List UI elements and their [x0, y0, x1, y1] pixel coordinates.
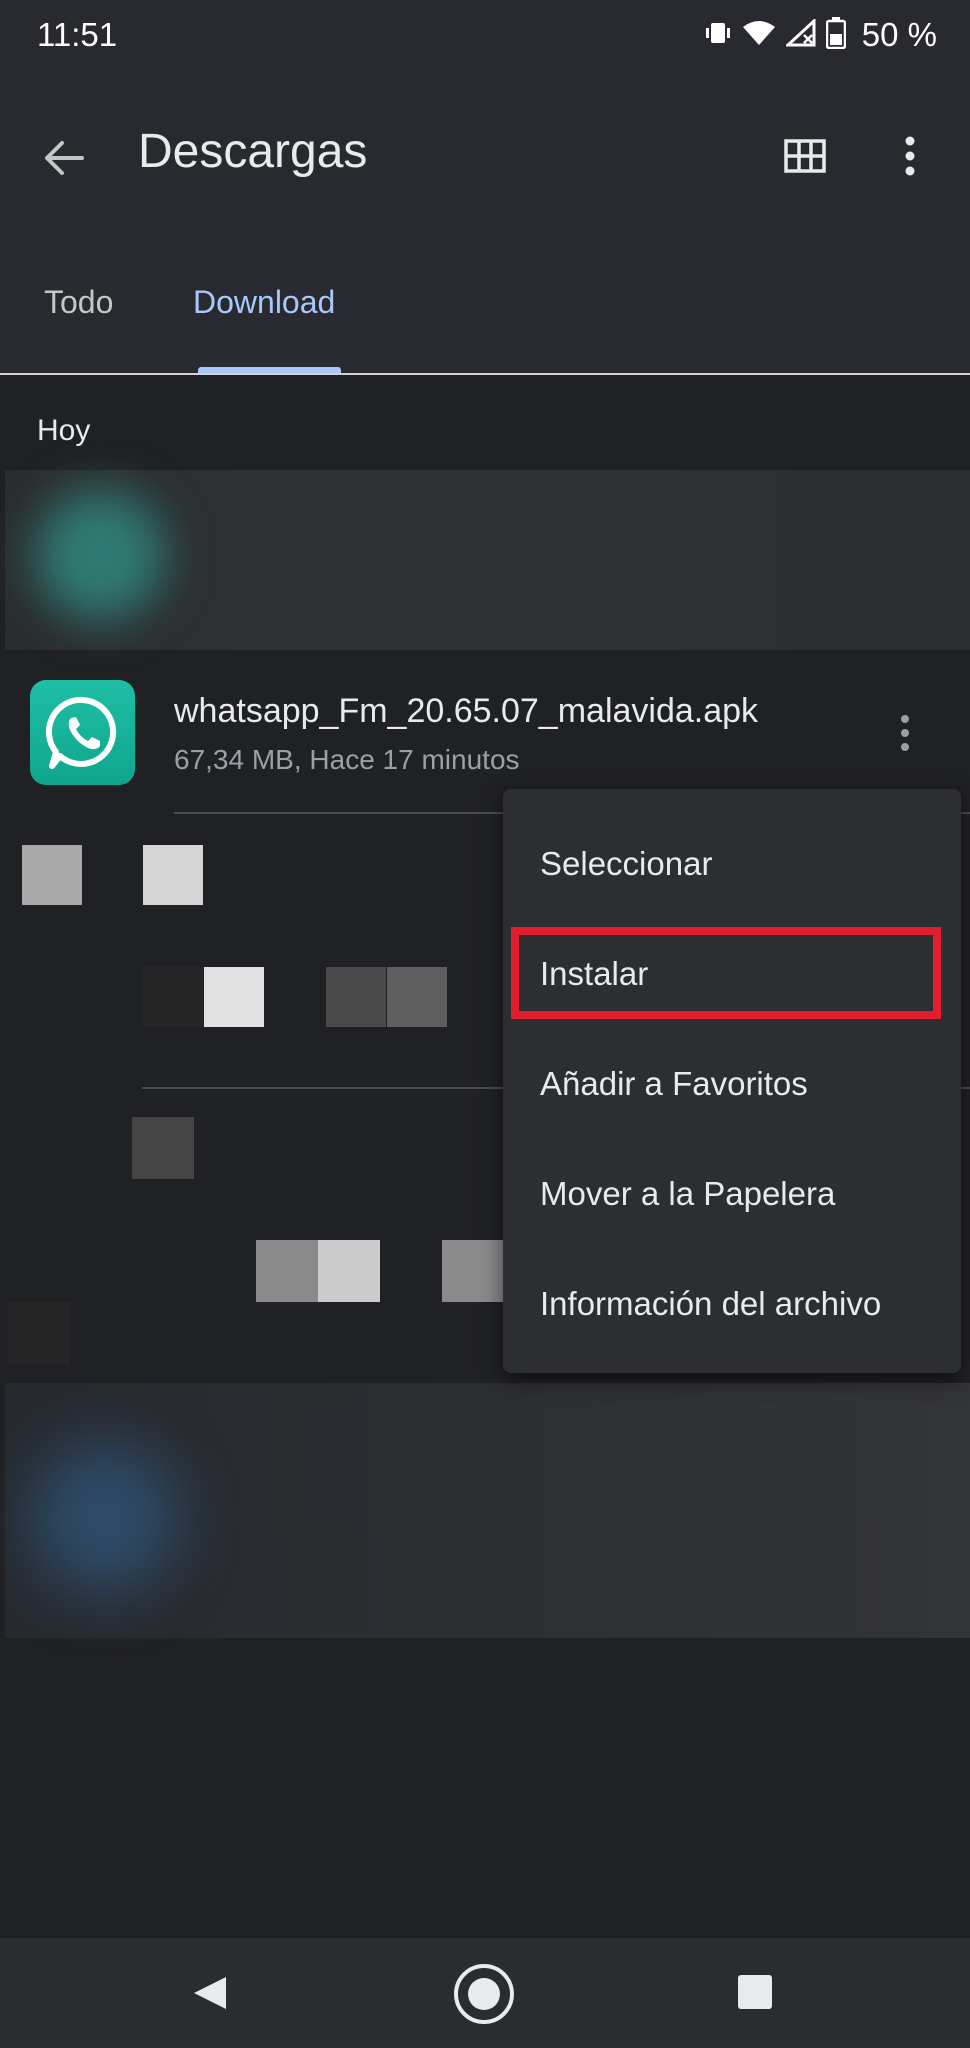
file-more-button[interactable] [880, 705, 930, 765]
menu-item-papelera[interactable]: Mover a la Papelera [540, 1175, 835, 1213]
menu-item-informacion[interactable]: Información del archivo [540, 1285, 881, 1323]
whatsapp-icon [30, 680, 135, 785]
nav-home-button[interactable] [452, 1962, 516, 2031]
page-title: Descargas [138, 125, 368, 178]
tab-download[interactable]: Download [193, 284, 335, 321]
navigation-bar [0, 1938, 970, 2048]
pixelated-block [442, 1240, 504, 1302]
battery-icon [825, 16, 847, 54]
status-bar: 11:51 50 % [0, 0, 970, 72]
arrow-left-icon [44, 140, 84, 181]
wifi-icon [742, 19, 776, 52]
status-icons: 50 % [704, 16, 937, 54]
nav-home-icon [452, 1964, 516, 2030]
file-meta: 67,34 MB, Hace 17 minutos [174, 744, 520, 775]
vibrate-icon [704, 21, 732, 50]
pixelated-block [22, 845, 82, 905]
pixelated-block [256, 1240, 318, 1302]
blurred-thumbnail [35, 490, 165, 620]
more-options-button[interactable] [880, 128, 940, 188]
blurred-list-item [5, 470, 970, 650]
back-button[interactable] [34, 130, 94, 190]
more-vert-icon [900, 714, 910, 756]
grid-view-icon [784, 138, 826, 178]
context-menu: Seleccionar Instalar Añadir a Favoritos … [503, 789, 961, 1373]
menu-item-seleccionar[interactable]: Seleccionar [540, 845, 712, 883]
pixelated-block [143, 967, 203, 1027]
file-name: whatsapp_Fm_20.65.07_malavida.apk [174, 692, 759, 730]
pixelated-block [318, 1240, 380, 1302]
status-time: 11:51 [37, 16, 118, 53]
blurred-thumbnail [30, 1443, 180, 1593]
nav-back-icon [190, 1977, 230, 2017]
pixelated-block [132, 1117, 194, 1179]
more-vert-icon [904, 136, 916, 181]
pixelated-block [143, 845, 203, 905]
nav-recents-icon[interactable] [738, 1975, 772, 2009]
pixelated-block [8, 1302, 70, 1364]
battery-percent: 50 % [861, 16, 937, 53]
nav-back-button[interactable] [190, 1973, 230, 2018]
menu-item-favoritos[interactable]: Añadir a Favoritos [540, 1065, 808, 1103]
signal-icon [783, 17, 816, 52]
blurred-list-item [5, 1383, 970, 1638]
app-bar: Descargas Todo Download [0, 72, 970, 374]
pixelated-block [387, 967, 447, 1027]
pixelated-block [204, 967, 264, 1027]
section-header-today: Hoy [37, 414, 91, 447]
file-list-item[interactable]: whatsapp_Fm_20.65.07_malavida.apk 67,34 … [0, 650, 970, 810]
tab-divider [0, 373, 970, 375]
tab-todo[interactable]: Todo [44, 284, 113, 321]
menu-item-instalar[interactable]: Instalar [540, 955, 648, 993]
grid-view-button[interactable] [775, 128, 835, 188]
pixelated-block [326, 967, 386, 1027]
